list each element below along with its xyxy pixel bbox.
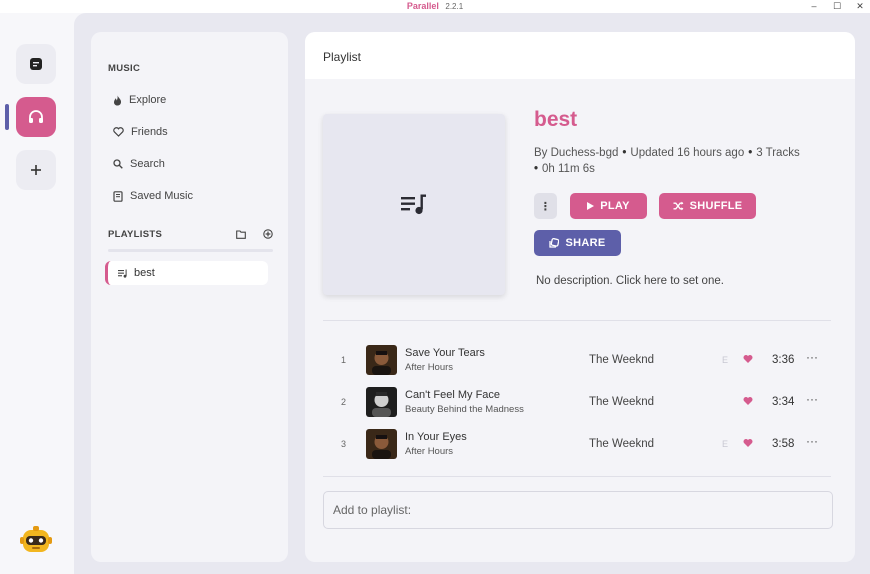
plus-icon	[31, 165, 41, 175]
track-title: Save Your Tears	[405, 347, 485, 359]
playlist-cover[interactable]	[323, 114, 505, 295]
shuffle-button[interactable]: SHUFFLE	[659, 193, 756, 219]
more-options-button[interactable]: ⋮	[534, 193, 557, 219]
playlist-meta: By Duchess-bgd • Updated 16 hours ago • 3 Tr…	[534, 147, 800, 175]
track-number: 1	[341, 355, 347, 365]
playlist-duration: 0h 11m 6s	[542, 163, 595, 175]
album-art	[366, 429, 397, 459]
more-vertical-icon: ⋮	[539, 200, 552, 213]
sidebar-item-explore[interactable]: Explore	[113, 91, 166, 109]
heart-icon	[113, 127, 124, 137]
track-artist[interactable]: The Weeknd	[589, 354, 654, 366]
track-row[interactable]: 1 Save Your Tears After Hours The Weeknd…	[323, 342, 831, 378]
saved-music-icon	[113, 190, 123, 202]
music-heading: MUSIC	[108, 63, 141, 74]
explicit-badge: E	[722, 439, 729, 449]
track-album[interactable]: After Hours	[405, 362, 453, 373]
add-to-playlist-input[interactable]	[323, 491, 833, 529]
shuffle-label: SHUFFLE	[689, 200, 743, 212]
track-row[interactable]: 3 In Your Eyes After Hours The Weeknd E …	[323, 426, 831, 462]
track-row[interactable]: 2 Can't Feel My Face Beauty Behind the M…	[323, 384, 831, 420]
active-indicator	[5, 104, 9, 130]
play-icon	[587, 202, 595, 210]
track-title: In Your Eyes	[405, 431, 467, 443]
track-album[interactable]: After Hours	[405, 446, 453, 457]
track-number: 2	[341, 397, 347, 407]
playlist-label: best	[134, 267, 155, 279]
heart-icon[interactable]	[743, 354, 753, 364]
chat-icon	[30, 58, 42, 70]
playlist-owner: By Duchess-bgd	[534, 147, 619, 159]
playlist-updated: Updated 16 hours ago	[630, 147, 745, 159]
search-icon	[113, 159, 123, 169]
share-icon	[549, 238, 560, 248]
track-duration: 3:58	[772, 438, 795, 450]
playlist-icon	[118, 269, 127, 278]
close-button[interactable]: ✕	[849, 0, 870, 12]
page-title: Playlist	[323, 50, 362, 64]
sidebar-playlist-best[interactable]: best	[105, 261, 268, 285]
minimize-button[interactable]: –	[803, 0, 825, 12]
track-artist[interactable]: The Weeknd	[589, 438, 654, 450]
share-label: SHARE	[565, 237, 606, 249]
album-art	[366, 345, 397, 375]
share-button[interactable]: SHARE	[534, 230, 621, 256]
server-rail	[0, 13, 74, 574]
track-number: 3	[341, 439, 347, 449]
app-name: Parallel	[406, 1, 439, 11]
add-button[interactable]	[16, 150, 56, 190]
playlist-title: best	[534, 108, 578, 131]
music-button[interactable]	[16, 97, 56, 137]
playlists-heading: PLAYLISTS	[108, 229, 163, 240]
play-button[interactable]: PLAY	[570, 193, 647, 219]
shuffle-icon	[673, 201, 683, 211]
sidebar-divider	[108, 249, 273, 252]
track-duration: 3:36	[772, 354, 795, 366]
folder-icon	[236, 229, 246, 239]
music-sidebar: MUSIC Explore Friends Search Saved Music…	[91, 32, 288, 562]
track-more-button[interactable]: ···	[806, 350, 818, 364]
track-album[interactable]: Beauty Behind the Madness	[405, 404, 524, 415]
track-title: Can't Feel My Face	[405, 389, 501, 401]
track-more-button[interactable]: ···	[806, 434, 818, 448]
sidebar-item-saved-music[interactable]: Saved Music	[113, 187, 193, 205]
playlist-description[interactable]: No description. Click here to set one.	[536, 275, 724, 287]
playlist-view: Playlist best By Duchess-bgd • Updated 16 …	[305, 32, 855, 562]
tracks-top-divider	[323, 320, 831, 321]
explicit-badge: E	[722, 355, 729, 365]
title-bar: Parallel 2.2.1 – ☐ ✕	[0, 0, 870, 13]
playlist-icon	[401, 194, 426, 214]
sidebar-item-label: Explore	[129, 94, 167, 106]
playlist-track-count: 3 Tracks	[756, 147, 800, 159]
heart-icon[interactable]	[743, 396, 753, 406]
track-more-button[interactable]: ···	[806, 392, 818, 406]
app-version: 2.2.1	[445, 2, 464, 11]
tracks-bottom-divider	[323, 476, 831, 477]
maximize-button[interactable]: ☐	[826, 0, 848, 12]
play-label: PLAY	[600, 200, 630, 212]
sidebar-item-label: Saved Music	[130, 190, 193, 202]
sidebar-item-label: Search	[130, 158, 165, 170]
heart-icon[interactable]	[743, 438, 753, 448]
user-avatar[interactable]	[20, 526, 52, 556]
track-duration: 3:34	[772, 396, 795, 408]
flame-icon	[114, 95, 122, 105]
track-artist[interactable]: The Weeknd	[589, 396, 654, 408]
import-playlist-button[interactable]	[234, 227, 248, 241]
sidebar-item-friends[interactable]: Friends	[113, 123, 168, 141]
sidebar-item-label: Friends	[131, 126, 168, 138]
robot-avatar-icon	[20, 526, 52, 552]
sidebar-item-search[interactable]: Search	[113, 155, 165, 173]
album-art	[366, 387, 397, 417]
create-playlist-button[interactable]	[261, 227, 275, 241]
headphones-icon	[29, 110, 43, 123]
chat-button[interactable]	[16, 44, 56, 84]
content-header: Playlist	[305, 32, 855, 79]
window-title: Parallel 2.2.1	[0, 1, 870, 11]
add-circle-icon	[263, 229, 273, 239]
